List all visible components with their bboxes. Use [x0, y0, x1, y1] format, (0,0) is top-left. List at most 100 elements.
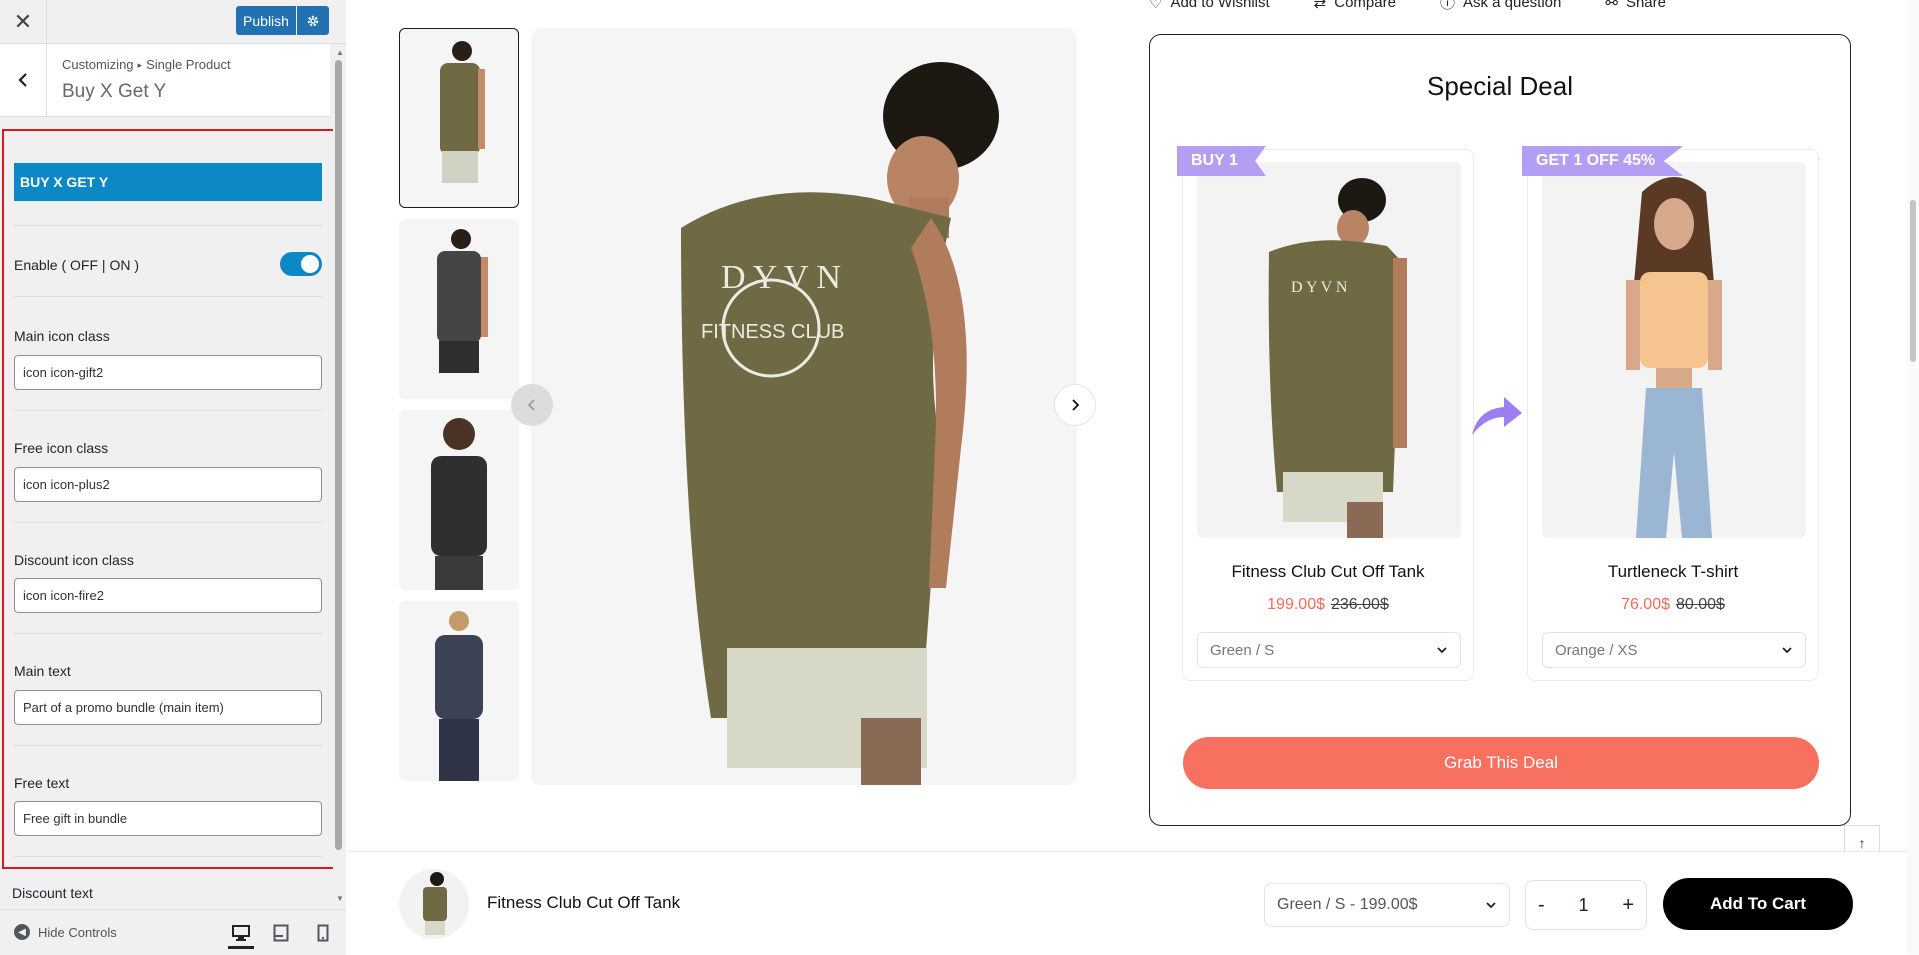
sale-price: 199.00$ — [1267, 596, 1325, 613]
chevron-right-icon — [1072, 399, 1080, 411]
grab-deal-button[interactable]: Grab This Deal — [1183, 737, 1819, 789]
deal-product-name[interactable]: Fitness Club Cut Off Tank — [1183, 562, 1473, 582]
variant-select-value: Green / S — [1210, 641, 1275, 659]
ask-question-label: Ask a question — [1462, 0, 1562, 11]
discount-icon-class-label: Discount icon class — [14, 552, 134, 568]
gallery-thumbnail[interactable] — [399, 410, 519, 590]
main-icon-class-label: Main icon class — [14, 328, 110, 344]
special-deal-title: Special Deal — [1427, 71, 1573, 101]
deal-product-image[interactable] — [1542, 162, 1806, 538]
back-button[interactable] — [0, 44, 47, 116]
site-preview: D Y V N FITNESS CLUB ♡ Add to Wishlist ⇄… — [347, 0, 1919, 955]
desktop-preview-button[interactable] — [228, 920, 254, 949]
curved-arrow-icon — [1472, 397, 1522, 435]
variant-select[interactable]: Orange / XS — [1542, 632, 1806, 668]
gallery-prev-button[interactable] — [511, 384, 553, 426]
main-text-input[interactable]: Part of a promo bundle (main item) — [14, 690, 322, 725]
divider — [14, 633, 322, 634]
divider — [14, 745, 322, 746]
tablet-preview-button[interactable] — [268, 920, 294, 946]
gallery-thumbnail[interactable] — [399, 28, 519, 208]
discount-text-label: Discount text — [12, 885, 93, 901]
collapse-icon: ◀ — [14, 924, 30, 940]
quantity-value[interactable]: 1 — [1578, 895, 1588, 916]
deal-product-image[interactable]: D Y V N — [1197, 162, 1461, 538]
hide-controls-label: Hide Controls — [38, 924, 117, 940]
enable-toggle[interactable] — [280, 252, 322, 276]
customizer-footer: ◀ Hide Controls — [0, 909, 346, 955]
quantity-minus-button[interactable]: - — [1538, 894, 1545, 917]
gallery-next-button[interactable] — [1054, 384, 1096, 426]
gallery-thumbnail[interactable] — [399, 601, 519, 781]
heart-icon: ♡ — [1149, 0, 1163, 12]
free-icon-class-input[interactable]: icon icon-plus2 — [14, 467, 322, 502]
add-to-wishlist-link[interactable]: ♡ Add to Wishlist — [1149, 0, 1270, 13]
sidebar-scrollbar[interactable]: ▲ ▼ — [333, 44, 346, 909]
quantity-plus-button[interactable]: + — [1622, 894, 1634, 917]
main-icon-class-input[interactable]: icon icon-gift2 — [14, 355, 322, 390]
publish-settings-button[interactable] — [297, 6, 329, 35]
mobile-preview-button[interactable] — [310, 920, 336, 946]
product-actions: ♡ Add to Wishlist ⇄ Compare ⓘ Ask a ques… — [1149, 0, 1666, 13]
scrollbar-thumb[interactable] — [335, 60, 342, 850]
compare-link[interactable]: ⇄ Compare — [1314, 0, 1396, 13]
scroll-down-icon: ▼ — [336, 894, 344, 903]
product-photo-olive-tank — [423, 872, 447, 935]
gallery-thumbnail[interactable] — [399, 219, 519, 399]
quantity-stepper: - 1 + — [1525, 880, 1647, 930]
regular-price: 236.00$ — [1331, 596, 1389, 613]
special-deal-box: Special Deal D Y V N BUY 1 Fitness Club … — [1149, 34, 1851, 826]
sticky-variant-value: Green / S - 199.00$ — [1277, 896, 1418, 913]
discount-icon-class-input[interactable]: icon icon-fire2 — [14, 578, 322, 613]
product-photo-main: D Y V N FITNESS CLUB — [681, 62, 999, 785]
share-link[interactable]: ⚯ Share — [1605, 0, 1666, 13]
chevron-down-icon — [1782, 647, 1792, 654]
sticky-variant-select[interactable]: Green / S - 199.00$ — [1264, 883, 1510, 927]
customizer-sidebar: ✕ Publish Customizing ▸ Single Product Buy… — [0, 0, 346, 955]
publish-button[interactable]: Publish — [236, 6, 296, 35]
chevron-down-icon — [1486, 902, 1496, 909]
breadcrumb: Customizing ▸ Single Product — [62, 57, 231, 72]
product-photo-navy-tshirt — [435, 611, 483, 781]
product-photo-olive-tank — [440, 41, 485, 183]
deal-card-main: D Y V N BUY 1 Fitness Club Cut Off Tank … — [1177, 146, 1474, 681]
regular-price: 80.00$ — [1676, 596, 1725, 613]
close-icon: ✕ — [13, 8, 33, 34]
free-text-label: Free text — [14, 775, 70, 791]
hide-controls-button[interactable]: ◀ Hide Controls — [14, 924, 117, 940]
product-photo-olive-tank: D Y V N — [1268, 178, 1407, 538]
chevron-left-icon — [18, 73, 27, 87]
question-icon: ⓘ — [1439, 0, 1455, 12]
add-to-cart-button[interactable]: Add To Cart — [1663, 878, 1853, 930]
toggle-knob — [301, 255, 319, 273]
product-photo-turtleneck — [1626, 177, 1722, 538]
breadcrumb-section: Single Product — [146, 57, 231, 72]
breadcrumb-separator-icon: ▸ — [137, 60, 143, 70]
enable-label: Enable ( OFF | ON ) — [14, 257, 139, 273]
section-title: Buy X Get Y — [62, 81, 167, 102]
scrollbar-thumb[interactable] — [1910, 200, 1916, 362]
divider — [14, 410, 322, 411]
deal-card-gift: GET 1 OFF 45% Turtleneck T-shirt 76.00$ 8… — [1522, 146, 1819, 681]
divider — [14, 856, 322, 857]
mobile-icon — [317, 924, 329, 942]
product-photo-black-tshirt — [431, 418, 487, 590]
compare-label: Compare — [1334, 0, 1396, 11]
deal-product-price: 76.00$ 80.00$ — [1528, 596, 1818, 614]
buy-ribbon: BUY 1 — [1177, 146, 1266, 176]
section-header: Customizing ▸ Single Product Buy X Get Y — [0, 44, 330, 117]
scroll-up-icon: ▲ — [336, 48, 344, 57]
free-icon-class-label: Free icon class — [14, 440, 109, 456]
free-text-input[interactable]: Free gift in bundle — [14, 801, 322, 836]
deal-product-name[interactable]: Turtleneck T-shirt — [1528, 562, 1818, 582]
close-customizer-button[interactable]: ✕ — [0, 0, 47, 43]
tablet-icon — [273, 924, 289, 942]
sale-price: 76.00$ — [1621, 596, 1670, 613]
divider — [14, 296, 322, 297]
preview-scrollbar[interactable] — [1907, 0, 1919, 955]
panel-heading: BUY X GET Y — [14, 163, 322, 201]
main-product-image[interactable]: D Y V N FITNESS CLUB — [531, 28, 1077, 785]
ask-question-link[interactable]: ⓘ Ask a question — [1440, 0, 1561, 13]
gear-icon — [307, 15, 319, 26]
variant-select[interactable]: Green / S — [1197, 632, 1461, 668]
